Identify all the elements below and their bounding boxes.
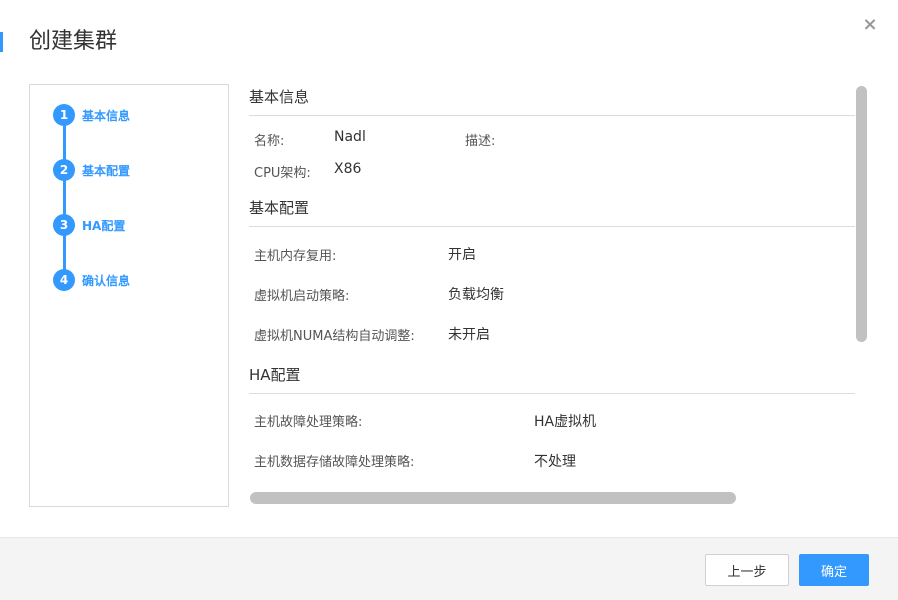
name-value: Nadl — [334, 129, 366, 145]
summary-content: 基本信息 名称: Nadl 描述: CPU架构: X86 基本配置 主机内存复用… — [249, 84, 869, 507]
horizontal-scrollbar[interactable] — [250, 492, 736, 504]
step-number-badge: 3 — [53, 214, 75, 236]
step-label: 确认信息 — [82, 273, 131, 288]
previous-step-button[interactable]: 上一步 — [705, 554, 789, 586]
host-failure-policy-value: HA虚拟机 — [534, 414, 597, 430]
cpu-arch-value: X86 — [334, 161, 362, 177]
step-basic-info[interactable]: 1 基本信息 — [53, 104, 130, 126]
create-cluster-dialog: 创建集群 × 1 基本信息 2 基本配置 3 HA配置 4 确认信息 基本信息 … — [0, 0, 898, 600]
step-confirm-info[interactable]: 4 确认信息 — [53, 269, 130, 291]
section-title-basic-config: 基本配置 — [249, 199, 310, 217]
step-label: HA配置 — [82, 218, 126, 233]
steps-connector-line — [63, 115, 66, 283]
step-number-badge: 4 — [53, 269, 75, 291]
wizard-steps-panel: 1 基本信息 2 基本配置 3 HA配置 4 确认信息 — [29, 84, 229, 507]
confirm-button[interactable]: 确定 — [799, 554, 869, 586]
step-label: 基本配置 — [82, 163, 131, 178]
section-title-ha-config: HA配置 — [249, 366, 301, 384]
storage-failure-policy-value: 不处理 — [534, 454, 576, 470]
memory-reuse-label: 主机内存复用: — [254, 249, 337, 264]
cpu-arch-label: CPU架构: — [254, 166, 311, 181]
vm-boot-policy-value: 负载均衡 — [448, 287, 504, 303]
step-number-badge: 2 — [53, 159, 75, 181]
host-failure-policy-label: 主机故障处理策略: — [254, 415, 363, 430]
step-label: 基本信息 — [82, 108, 131, 123]
vm-boot-policy-label: 虚拟机启动策略: — [254, 289, 350, 304]
dialog-title: 创建集群 — [29, 29, 118, 54]
step-number-badge: 1 — [53, 104, 75, 126]
description-label: 描述: — [465, 134, 496, 149]
storage-failure-policy-label: 主机数据存储故障处理策略: — [254, 455, 415, 470]
section-divider — [249, 226, 855, 227]
numa-auto-adjust-value: 未开启 — [448, 327, 490, 343]
section-divider — [249, 393, 855, 394]
step-ha-config[interactable]: 3 HA配置 — [53, 214, 125, 236]
memory-reuse-value: 开启 — [448, 247, 476, 263]
dialog-footer: 上一步 确定 — [0, 537, 898, 600]
close-icon[interactable]: × — [861, 14, 879, 36]
section-divider — [249, 115, 855, 116]
numa-auto-adjust-label: 虚拟机NUMA结构自动调整: — [254, 329, 415, 344]
name-label: 名称: — [254, 134, 285, 149]
vertical-scrollbar[interactable] — [856, 86, 867, 342]
step-basic-config[interactable]: 2 基本配置 — [53, 159, 130, 181]
section-title-basic-info: 基本信息 — [249, 88, 310, 106]
title-accent-bar — [0, 32, 3, 52]
